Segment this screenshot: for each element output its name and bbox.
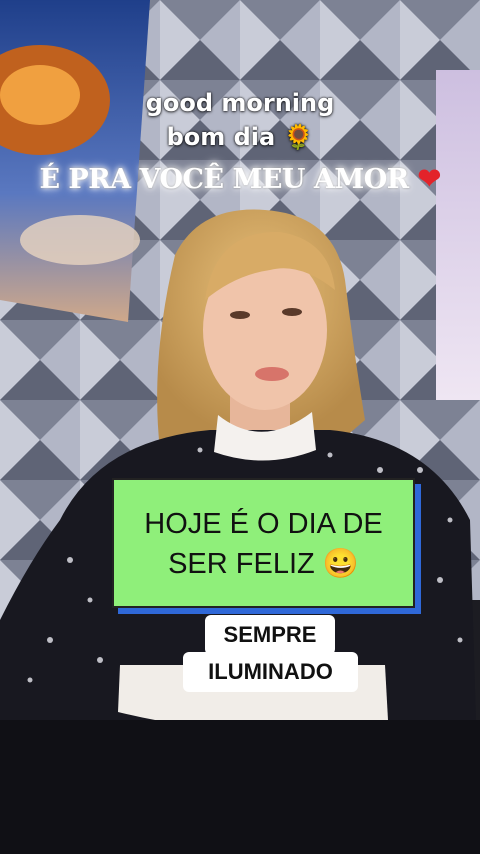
left-poster <box>0 0 150 322</box>
greeting-text: good morning bom dia 🌻 <box>0 86 480 154</box>
love-caption-text: É PRA VOCÊ MEU AMOR <box>39 164 409 195</box>
tag-sempre: SEMPRE <box>205 615 335 655</box>
heart-icon: ❤ <box>417 162 441 195</box>
tag-iluminado: ILUMINADO <box>183 652 358 692</box>
card-line-1: HOJE É O DIA DE <box>144 508 383 540</box>
green-caption-card: HOJE É O DIA DE SER FELIZ 😀 <box>112 478 415 608</box>
good-morning-label: good morning <box>145 89 335 117</box>
bom-dia-label: bom dia 🌻 <box>166 123 314 151</box>
card-line-2: SER FELIZ 😀 <box>168 548 359 580</box>
love-caption: É PRA VOCÊ MEU AMOR ❤ <box>0 162 480 195</box>
